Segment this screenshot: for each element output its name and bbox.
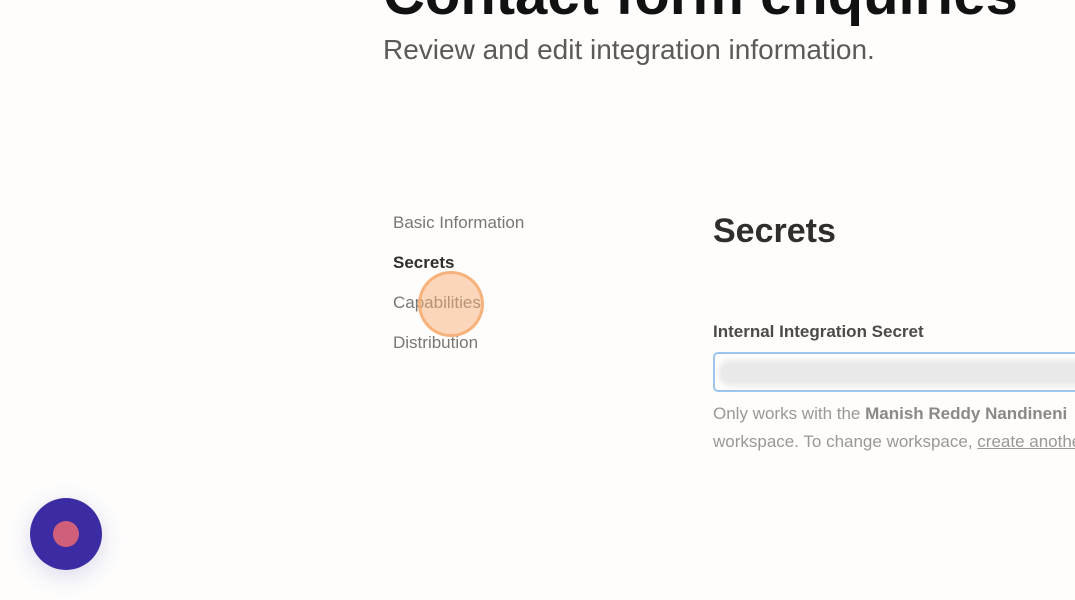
helper-line2: workspace. To change workspace, [713, 432, 978, 451]
section-title: Secrets [713, 212, 836, 250]
click-indicator [418, 271, 484, 337]
page-title: Contact form enquiries [383, 0, 1018, 24]
page-subtitle: Review and edit integration information. [383, 34, 875, 65]
nav-item-basic-information[interactable]: Basic Information [393, 210, 633, 250]
secret-helper-text: Only works with the Manish Reddy Nandine… [713, 400, 1075, 456]
nav-item-distribution[interactable]: Distribution [393, 330, 633, 370]
create-another-link[interactable]: create another [977, 432, 1075, 451]
record-dot-icon [53, 521, 79, 547]
helper-workspace-name: Manish Reddy Nandineni [865, 404, 1068, 423]
secret-input[interactable] [713, 352, 1075, 392]
secret-field-label: Internal Integration Secret [713, 322, 924, 341]
helper-prefix: Only works with the [713, 404, 866, 423]
record-button[interactable] [30, 498, 102, 570]
secret-value-blurred [721, 363, 1075, 383]
